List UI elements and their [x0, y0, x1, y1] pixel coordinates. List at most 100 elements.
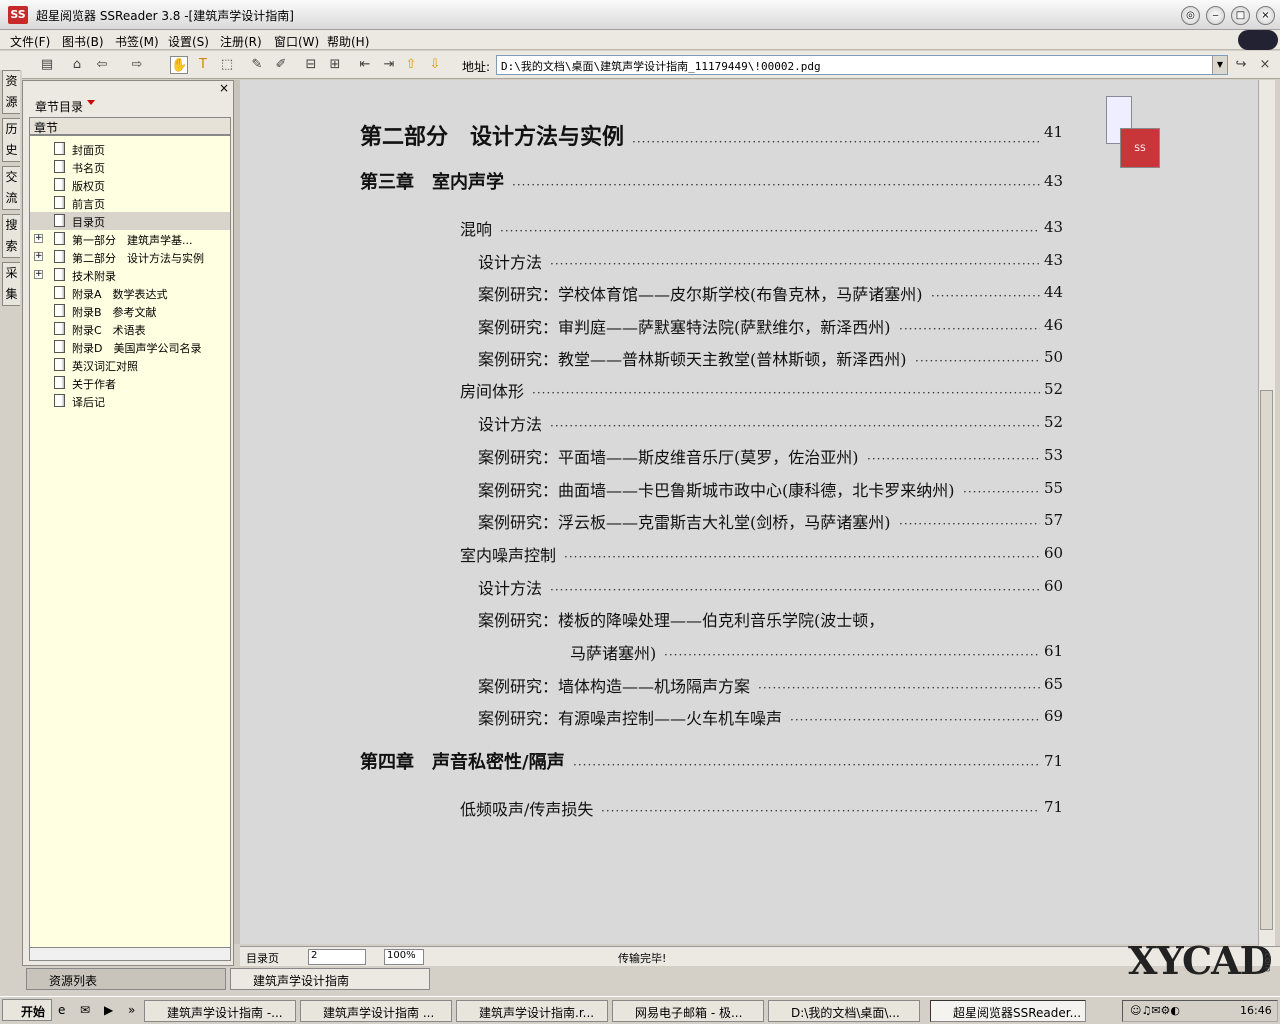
region-select-icon[interactable]: ⬚: [218, 56, 236, 74]
task-button-active[interactable]: 超星阅览器SSReader...: [930, 1000, 1086, 1022]
first-page-icon[interactable]: ⇤: [356, 56, 374, 74]
tree-item[interactable]: 前言页: [30, 194, 230, 212]
back-arrow-icon[interactable]: ⇦: [93, 56, 111, 74]
toc-entry[interactable]: 第三章 室内声学: [360, 168, 504, 194]
tree-item[interactable]: + 第二部分 设计方法与实例: [30, 248, 230, 266]
highlight-pen-icon[interactable]: ✐: [272, 56, 290, 74]
close-icon[interactable]: ×: [1256, 6, 1275, 25]
tree-item[interactable]: + 技术附录: [30, 266, 230, 284]
fit-width-icon[interactable]: ⊟: [302, 56, 320, 74]
tree-item[interactable]: 版权页: [30, 176, 230, 194]
toc-entry[interactable]: 马萨诸塞州): [570, 640, 656, 664]
text-select-icon[interactable]: T: [194, 56, 212, 74]
page-number-input[interactable]: 2: [308, 949, 366, 965]
menu-help[interactable]: 帮助(H): [327, 33, 369, 50]
tree-item[interactable]: + 第一部分 建筑声学基...: [30, 230, 230, 248]
status-view-label[interactable]: 目录页: [246, 950, 279, 966]
toc-entry[interactable]: 案例研究：审判庭——萨默塞特法院(萨默维尔，新泽西州): [478, 314, 891, 338]
tree-item-label: 关于作者: [72, 378, 116, 391]
toc-entry[interactable]: 设计方法: [478, 249, 542, 273]
home-icon[interactable]: ⌂: [68, 56, 86, 74]
toc-entry[interactable]: 案例研究：墙体构造——机场隔声方案: [478, 673, 750, 697]
menu-bookmark[interactable]: 书签(M): [115, 33, 159, 50]
address-input[interactable]: D:\我的文档\桌面\建筑声学设计指南_11179449\!00002.pdg: [496, 55, 1228, 75]
minimize-icon[interactable]: ‒: [1206, 6, 1225, 25]
tab-book[interactable]: 建筑声学设计指南: [230, 968, 430, 990]
menu-file[interactable]: 文件(F): [10, 33, 50, 50]
tree-item[interactable]: 英汉词汇对照: [30, 356, 230, 374]
page-up-icon[interactable]: ⇧: [402, 56, 420, 74]
side-tab-resources[interactable]: 资 源: [2, 70, 20, 114]
floating-logo-icon[interactable]: SS: [1120, 128, 1160, 168]
tab-resource-list[interactable]: 资源列表: [26, 968, 226, 990]
toc-entry[interactable]: 设计方法: [478, 411, 542, 435]
toc-toggle-icon[interactable]: ▤: [38, 56, 56, 74]
toc-entry[interactable]: 第四章 声音私密性/隔声: [360, 748, 565, 774]
menu-book[interactable]: 图书(B): [62, 33, 104, 50]
toc-entry[interactable]: 案例研究：浮云板——克雷斯吉大礼堂(剑桥，马萨诸塞州): [478, 509, 891, 533]
forward-arrow-icon[interactable]: ⇨: [128, 56, 146, 74]
page-view[interactable]: 第二部分 设计方法与实例 41 第三章 室内声学 43 混响 43 设计方法 43 案例研究：学…: [240, 80, 1258, 970]
tree-item[interactable]: 附录D 美国声学公司名录: [30, 338, 230, 356]
side-tab-collect[interactable]: 采 集: [2, 262, 20, 306]
tree-item[interactable]: 译后记: [30, 392, 230, 410]
toc-entry[interactable]: 案例研究：教堂——普林斯顿天主教堂(普林斯顿，新泽西州): [478, 346, 907, 370]
quicklaunch-outlook-icon[interactable]: ✉: [80, 1003, 90, 1017]
tree-item[interactable]: 目录页: [30, 212, 230, 230]
toc-page-number: 44: [1044, 283, 1064, 301]
tree-item[interactable]: 书名页: [30, 158, 230, 176]
toc-page-number: 55: [1044, 479, 1064, 497]
address-dropdown-icon[interactable]: ▼: [1212, 56, 1227, 74]
go-arrow-icon[interactable]: ↪: [1232, 56, 1250, 74]
tree-item[interactable]: 附录A 数学表达式: [30, 284, 230, 302]
fit-page-icon[interactable]: ⊞: [326, 56, 344, 74]
toc-entry[interactable]: 案例研究：有源噪声控制——火车机车噪声: [478, 705, 782, 729]
task-button[interactable]: 建筑声学设计指南 ...: [300, 1000, 452, 1022]
expand-icon[interactable]: +: [34, 234, 43, 243]
toc-entry[interactable]: 房间体形: [460, 378, 524, 402]
tree-item[interactable]: 附录C 术语表: [30, 320, 230, 338]
hand-tool-icon[interactable]: ✋: [170, 56, 188, 74]
last-page-icon[interactable]: ⇥: [380, 56, 398, 74]
side-tab-history[interactable]: 历 史: [2, 118, 20, 162]
zoom-select[interactable]: 100%: [384, 949, 424, 965]
panel-dropdown-icon[interactable]: [87, 100, 95, 105]
page-down-icon[interactable]: ⇩: [426, 56, 444, 74]
toc-entry[interactable]: 混响: [460, 216, 492, 240]
panel-close-icon[interactable]: ×: [219, 81, 229, 95]
annotate-icon[interactable]: ✎: [248, 56, 266, 74]
quicklaunch-more-icon[interactable]: »: [128, 1003, 135, 1017]
tree-item[interactable]: 关于作者: [30, 374, 230, 392]
vertical-scroll-thumb[interactable]: [1260, 390, 1273, 930]
tree-item[interactable]: 封面页: [30, 140, 230, 158]
task-button[interactable]: D:\我的文档\桌面\...: [768, 1000, 920, 1022]
task-button[interactable]: 建筑声学设计指南.r...: [456, 1000, 608, 1022]
toc-entry[interactable]: 案例研究：平面墙——斯皮维音乐厅(莫罗，佐治亚州): [478, 444, 859, 468]
side-tab-search[interactable]: 搜 索: [2, 214, 20, 258]
task-button[interactable]: 网易电子邮箱 - 极...: [612, 1000, 764, 1022]
toc-entry[interactable]: 低频吸声/传声损失: [460, 796, 593, 820]
tree-item[interactable]: 附录B 参考文献: [30, 302, 230, 320]
toolbar-close-icon[interactable]: ×: [1256, 56, 1274, 74]
menu-register[interactable]: 注册(R): [220, 33, 262, 50]
toc-entry[interactable]: 案例研究：曲面墙——卡巴鲁斯城市政中心(康科德，北卡罗来纳州): [478, 477, 955, 501]
expand-icon[interactable]: +: [34, 252, 43, 261]
toc-entry[interactable]: 案例研究：学校体育馆——皮尔斯学校(布鲁克林，马萨诸塞州): [478, 281, 923, 305]
tray-icons[interactable]: ☺♫✉⚙◐: [1130, 1004, 1180, 1017]
toc-entry[interactable]: 第二部分 设计方法与实例: [360, 119, 624, 151]
toc-entry[interactable]: 案例研究：楼板的降噪处理——伯克利音乐学院(波士顿，: [478, 607, 884, 631]
quicklaunch-ie-icon[interactable]: e: [58, 1003, 65, 1017]
menu-settings[interactable]: 设置(S): [168, 33, 209, 50]
start-button[interactable]: 开始: [2, 999, 52, 1021]
task-button[interactable]: 建筑声学设计指南 -...: [144, 1000, 296, 1022]
menu-window[interactable]: 窗口(W): [274, 33, 319, 50]
quicklaunch-media-icon[interactable]: ▶: [104, 1003, 113, 1017]
side-tab-exchange[interactable]: 交 流: [2, 166, 20, 210]
maximize-icon[interactable]: □: [1231, 6, 1250, 25]
toc-entry[interactable]: 设计方法: [478, 575, 542, 599]
window-ornament-icon[interactable]: ◎: [1181, 6, 1200, 25]
expand-icon[interactable]: +: [34, 270, 43, 279]
toc-entry[interactable]: 室内噪声控制: [460, 542, 556, 566]
panel-horizontal-scrollbar[interactable]: [29, 947, 231, 961]
panel-title[interactable]: 章节目录: [35, 98, 83, 115]
